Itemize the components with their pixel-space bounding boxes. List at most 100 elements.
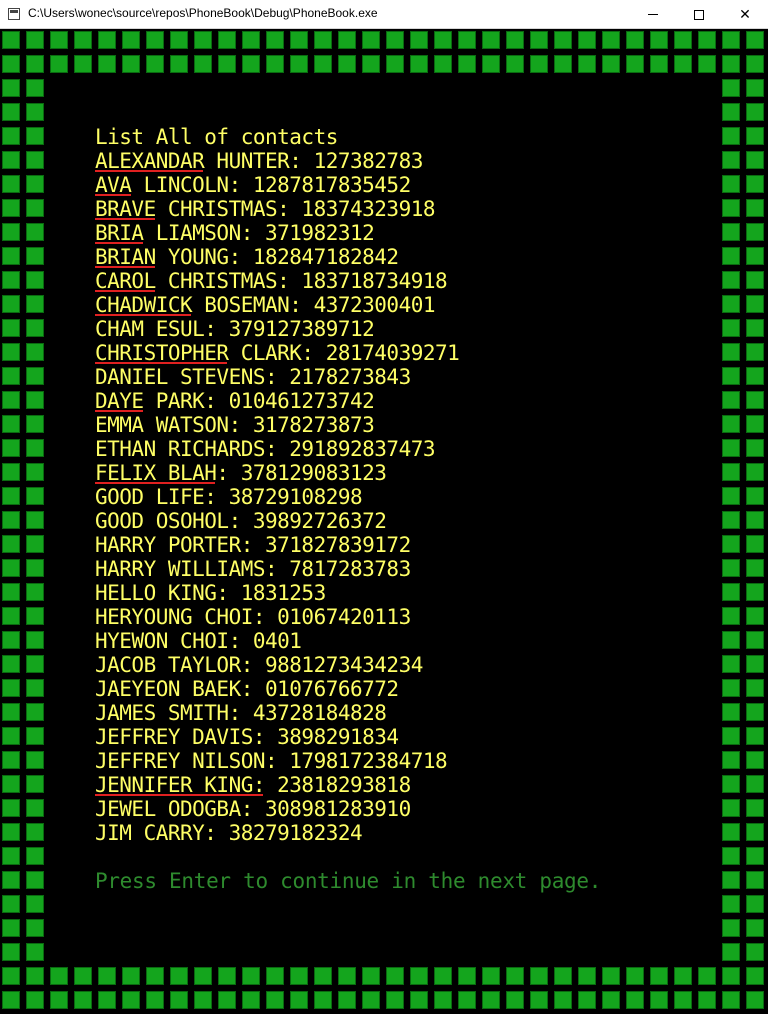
selection-underline [95, 794, 263, 796]
border-block [290, 967, 308, 985]
border-block [746, 559, 764, 577]
minimize-button[interactable] [630, 0, 676, 29]
border-block [2, 607, 20, 625]
border-block [2, 223, 20, 241]
border-block [722, 295, 740, 313]
border-block [290, 991, 308, 1009]
contact-row: BRIAN YOUNG: 182847182842 [95, 245, 715, 269]
border-block [26, 991, 44, 1009]
border-block [2, 343, 20, 361]
border-block [722, 847, 740, 865]
border-block [2, 727, 20, 745]
border-block [410, 55, 428, 73]
border-block [26, 607, 44, 625]
close-icon: ✕ [739, 6, 751, 23]
border-block [2, 631, 20, 649]
border-block [2, 511, 20, 529]
border-block [26, 871, 44, 889]
contact-text: CHAM ESUL: 379127389712 [95, 317, 375, 341]
border-block [746, 223, 764, 241]
border-block [578, 991, 596, 1009]
border-block [746, 727, 764, 745]
border-block [26, 919, 44, 937]
border-block [2, 439, 20, 457]
contact-row: JENNIFER KING: 23818293818 [95, 773, 715, 797]
border-block [50, 967, 68, 985]
border-block [2, 799, 20, 817]
border-block [746, 415, 764, 433]
border-block [746, 511, 764, 529]
border-block [2, 415, 20, 433]
border-block [146, 55, 164, 73]
console-window[interactable]: List All of contacts ALEXANDAR HUNTER: 1… [0, 29, 768, 1014]
border-block [242, 55, 260, 73]
border-block [50, 55, 68, 73]
border-block [722, 583, 740, 601]
border-block [506, 967, 524, 985]
contact-text: JAEYEON BAEK: 01076766772 [95, 677, 399, 701]
contact-row: JEFFREY NILSON: 1798172384718 [95, 749, 715, 773]
border-block [338, 967, 356, 985]
border-block [26, 775, 44, 793]
border-block [746, 79, 764, 97]
border-block [26, 247, 44, 265]
border-block [26, 751, 44, 769]
title-bar[interactable]: C:\Users\wonec\source\repos\PhoneBook\De… [0, 0, 768, 29]
selection-underline [95, 242, 143, 244]
border-block [746, 799, 764, 817]
border-block [338, 55, 356, 73]
contact-row: HARRY WILLIAMS: 7817283783 [95, 557, 715, 581]
border-block [746, 343, 764, 361]
close-button[interactable]: ✕ [722, 0, 768, 29]
border-block [722, 367, 740, 385]
border-block [434, 55, 452, 73]
border-block [698, 31, 716, 49]
border-block [722, 991, 740, 1009]
border-block [722, 343, 740, 361]
border-block [722, 511, 740, 529]
border-block [746, 823, 764, 841]
border-block [386, 991, 404, 1009]
border-block [746, 919, 764, 937]
border-block [26, 319, 44, 337]
border-block [2, 367, 20, 385]
contact-text: EMMA WATSON: 3178273873 [95, 413, 375, 437]
border-block [2, 847, 20, 865]
border-block [434, 991, 452, 1009]
border-block [746, 367, 764, 385]
border-block [722, 871, 740, 889]
border-block [26, 343, 44, 361]
border-block [26, 127, 44, 145]
border-block [746, 847, 764, 865]
border-block [722, 703, 740, 721]
border-block [554, 967, 572, 985]
border-block [746, 55, 764, 73]
border-block [2, 151, 20, 169]
contact-text: HYEWON CHOI: 0401 [95, 629, 302, 653]
border-block [50, 991, 68, 1009]
border-block [98, 967, 116, 985]
border-block [98, 991, 116, 1009]
border-block [170, 55, 188, 73]
border-block [410, 31, 428, 49]
contact-text: HELLO KING: 1831253 [95, 581, 326, 605]
border-block [362, 55, 380, 73]
border-block [722, 247, 740, 265]
border-block [26, 367, 44, 385]
border-block [26, 55, 44, 73]
border-block [746, 439, 764, 457]
border-block [602, 967, 620, 985]
border-block [458, 967, 476, 985]
maximize-button[interactable] [676, 0, 722, 29]
border-block [746, 751, 764, 769]
border-block [458, 991, 476, 1009]
selection-underline [95, 410, 143, 412]
border-block [170, 967, 188, 985]
border-block [242, 967, 260, 985]
contact-text: JEFFREY DAVIS: 3898291834 [95, 725, 399, 749]
contact-row: DAYE PARK: 010461273742 [95, 389, 715, 413]
border-block [218, 31, 236, 49]
border-block [650, 967, 668, 985]
border-block [722, 79, 740, 97]
border-block [722, 799, 740, 817]
